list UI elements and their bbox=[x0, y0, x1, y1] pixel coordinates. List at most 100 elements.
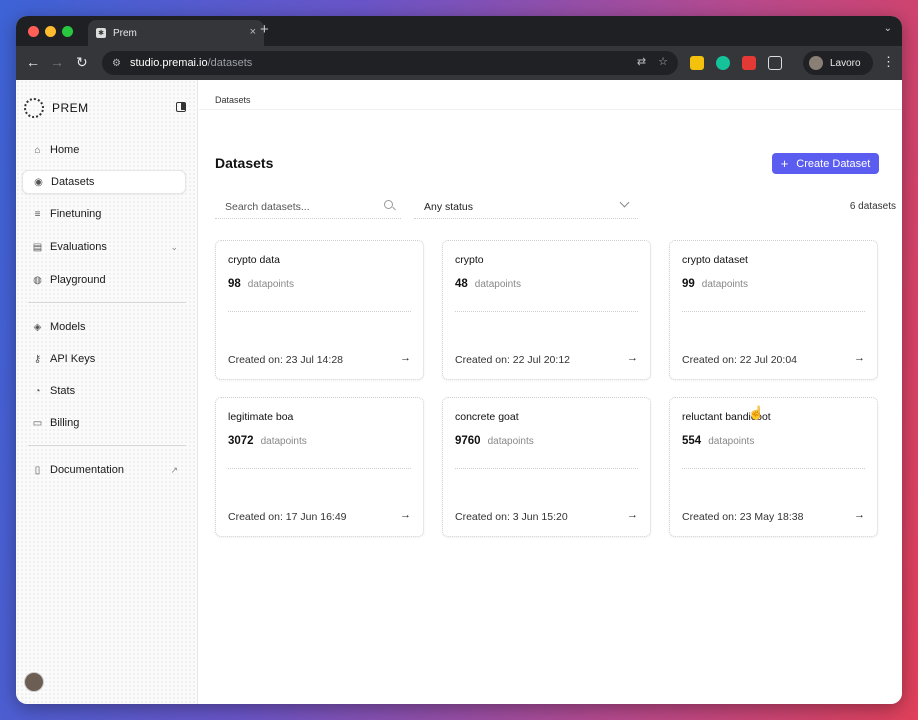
minimize-window-button[interactable] bbox=[45, 26, 56, 37]
sidebar-item-home[interactable]: ⌂ Home bbox=[22, 138, 186, 162]
datapoints-count: 48 bbox=[455, 278, 468, 290]
sidebar-item-datasets[interactable]: ◉ Datasets bbox=[22, 170, 186, 194]
datapoints-label: datapoints bbox=[247, 279, 294, 290]
arrow-right-icon[interactable]: → bbox=[400, 509, 411, 521]
cube-icon: ◈ bbox=[33, 321, 42, 333]
url-host: studio.premai.io bbox=[129, 57, 208, 69]
sidebar-item-stats[interactable]: ◔ Stats bbox=[22, 379, 186, 403]
forward-icon[interactable]: → bbox=[50, 54, 64, 70]
browser-menu-icon[interactable]: ⋮ bbox=[882, 54, 895, 70]
sidebar-item-playground[interactable]: ◍ Playground bbox=[22, 268, 186, 292]
logo-text: PREM bbox=[52, 101, 89, 115]
datapoints-count: 98 bbox=[228, 278, 241, 290]
maximize-window-button[interactable] bbox=[62, 26, 73, 37]
create-dataset-button[interactable]: + Create Dataset bbox=[772, 153, 879, 174]
arrow-right-icon[interactable]: → bbox=[627, 509, 638, 521]
status-filter-value: Any status bbox=[424, 200, 474, 213]
extension-notes-icon[interactable] bbox=[690, 56, 704, 70]
sidebar-item-billing[interactable]: ▭ Billing bbox=[22, 411, 186, 435]
datapoints-label: datapoints bbox=[487, 436, 534, 447]
site-settings-icon[interactable]: ⚙ bbox=[112, 58, 121, 69]
sidebar-item-label: Playground bbox=[50, 274, 106, 286]
sidebar-item-label: Stats bbox=[50, 385, 76, 397]
arrow-right-icon[interactable]: → bbox=[627, 352, 638, 364]
sidebar-item-documentation[interactable]: ▯ Documentation ↗ bbox=[22, 458, 186, 482]
sidebar-item-api-keys[interactable]: ⚷ API Keys bbox=[22, 347, 186, 371]
user-avatar[interactable] bbox=[24, 672, 44, 692]
dataset-name: crypto dataset bbox=[682, 254, 748, 266]
dataset-card[interactable]: reluctant bandicoot 554 datapoints Create… bbox=[669, 397, 878, 537]
new-tab-button[interactable]: + bbox=[260, 21, 269, 38]
extension-recorder-icon[interactable] bbox=[742, 56, 756, 70]
sidebar-divider bbox=[28, 445, 186, 446]
logo[interactable]: PREM bbox=[24, 98, 89, 118]
bookmark-star-icon[interactable]: ☆ bbox=[658, 55, 668, 68]
database-icon: ◉ bbox=[34, 176, 43, 188]
sidebar-item-evaluations[interactable]: ▤ Evaluations ⌄ bbox=[22, 235, 186, 259]
created-date: Created on: 23 Jul 14:28 bbox=[228, 354, 343, 366]
arrow-right-icon[interactable]: → bbox=[400, 352, 411, 364]
plus-icon: + bbox=[780, 156, 789, 171]
sidebar-item-label: Datasets bbox=[51, 176, 95, 188]
dataset-name: legitimate boa bbox=[228, 411, 294, 423]
profile-button[interactable]: Lavoro bbox=[803, 51, 873, 75]
card-divider bbox=[455, 468, 638, 469]
back-icon[interactable]: ← bbox=[26, 54, 40, 70]
datapoints-label: datapoints bbox=[260, 436, 307, 447]
datapoints-count: 554 bbox=[682, 435, 702, 447]
reload-icon[interactable]: ↻ bbox=[76, 54, 88, 70]
dataset-card[interactable]: crypto dataset 99 datapoints Created on: … bbox=[669, 240, 878, 380]
prem-favicon-icon: ✱ bbox=[96, 28, 106, 38]
card-divider bbox=[228, 468, 411, 469]
collapse-sidebar-icon[interactable] bbox=[176, 102, 186, 112]
sidebar-divider bbox=[28, 302, 186, 303]
search-icon bbox=[384, 200, 393, 209]
address-bar[interactable]: ⚙ studio.premai.io/datasets ⇄ ☆ bbox=[102, 51, 678, 75]
sliders-icon: ≡ bbox=[34, 208, 41, 220]
document-icon: ▯ bbox=[34, 464, 41, 476]
dataset-card[interactable]: crypto data 98 datapoints Created on: 23 … bbox=[215, 240, 424, 380]
search-input[interactable]: Search datasets... bbox=[215, 195, 401, 219]
sidebar-item-label: Billing bbox=[50, 417, 80, 429]
profile-avatar bbox=[809, 56, 823, 70]
dataset-card[interactable]: legitimate boa 3072 datapoints Created on… bbox=[215, 397, 424, 537]
breadcrumb[interactable]: Datasets bbox=[215, 95, 251, 105]
billing-icon: ▭ bbox=[32, 417, 43, 429]
clipboard-icon: ▤ bbox=[32, 241, 43, 253]
header-divider bbox=[199, 109, 902, 110]
arrow-right-icon[interactable]: → bbox=[854, 509, 865, 521]
datapoints-count: 3072 bbox=[228, 435, 254, 447]
arrow-right-icon[interactable]: → bbox=[854, 352, 865, 364]
stats-icon: ◔ bbox=[34, 385, 41, 397]
tab-search-icon[interactable]: ⌄ bbox=[884, 23, 892, 34]
extension-grammarly-icon[interactable] bbox=[716, 56, 730, 70]
close-window-button[interactable] bbox=[28, 26, 39, 37]
chevron-down-icon[interactable]: ⌄ bbox=[170, 242, 178, 253]
datapoints-label: datapoints bbox=[474, 279, 521, 290]
dataset-name: concrete goat bbox=[455, 411, 519, 423]
translate-icon[interactable]: ⇄ bbox=[637, 55, 646, 68]
sidebar-item-label: Evaluations bbox=[50, 241, 107, 253]
sidebar-item-models[interactable]: ◈ Models bbox=[22, 315, 186, 339]
status-filter-select[interactable]: Any status bbox=[414, 195, 638, 219]
browser-tab[interactable]: ✱ Prem × bbox=[88, 20, 264, 46]
chat-icon: ◍ bbox=[33, 274, 42, 286]
browser-toolbar: ← → ↻ ⚙ studio.premai.io/datasets ⇄ ☆ La… bbox=[16, 46, 902, 80]
sidebar-item-label: API Keys bbox=[50, 353, 96, 365]
created-date: Created on: 23 May 18:38 bbox=[682, 511, 804, 523]
datapoints-count: 99 bbox=[682, 278, 695, 290]
key-icon: ⚷ bbox=[33, 353, 42, 365]
dataset-card[interactable]: crypto 48 datapoints Created on: 22 Jul 2… bbox=[442, 240, 651, 380]
search-placeholder: Search datasets... bbox=[225, 200, 310, 213]
tab-bar: ✱ Prem × + ⌄ bbox=[16, 16, 902, 46]
datapoints-count: 9760 bbox=[455, 435, 481, 447]
chevron-down-icon bbox=[619, 197, 630, 208]
url-path: /datasets bbox=[207, 57, 253, 69]
dataset-card[interactable]: concrete goat 9760 datapoints Created on:… bbox=[442, 397, 651, 537]
tab-close-icon[interactable]: × bbox=[250, 26, 256, 38]
sidebar-item-finetuning[interactable]: ≡ Finetuning bbox=[22, 202, 186, 226]
card-divider bbox=[228, 311, 411, 312]
extensions-puzzle-icon[interactable] bbox=[768, 56, 782, 70]
sidebar-item-label: Home bbox=[50, 144, 80, 156]
created-date: Created on: 22 Jul 20:12 bbox=[455, 354, 570, 366]
